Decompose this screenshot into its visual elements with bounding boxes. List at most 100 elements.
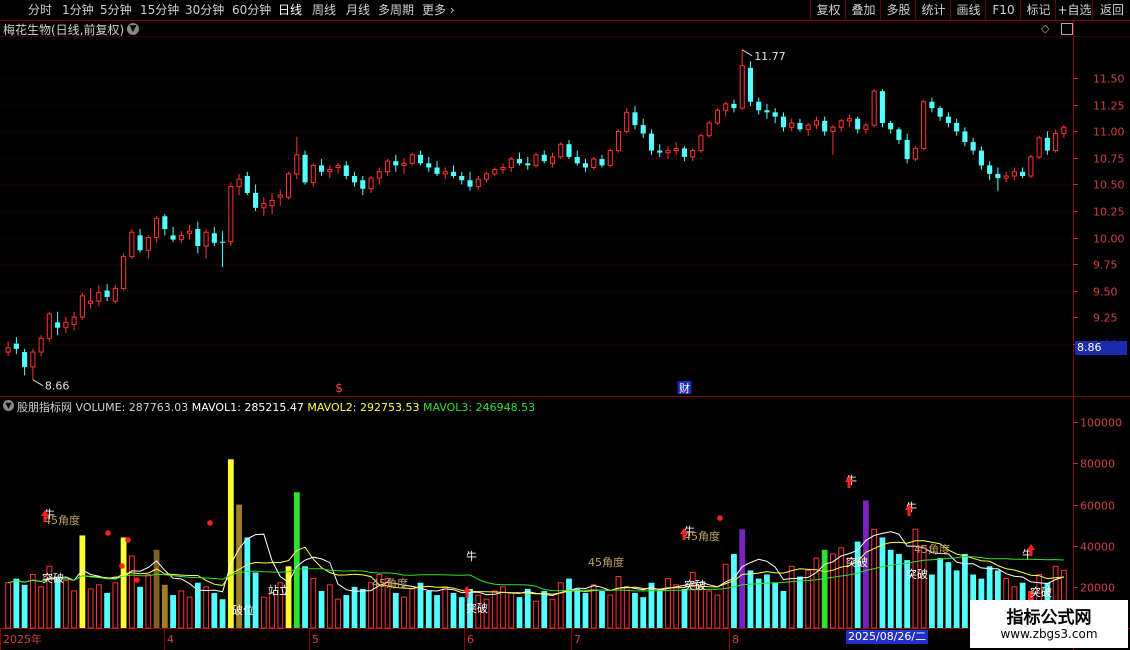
candle-up — [838, 120, 844, 128]
volume-bar-down — [79, 535, 86, 628]
candle-up — [863, 124, 869, 130]
volume-bar-down — [929, 574, 935, 628]
volume-bar-up — [549, 598, 556, 629]
candle-down — [904, 139, 910, 160]
kline-chart[interactable]: 11.50 11.25 11.00 10.75 10.50 10.25 10.00 9.75 9… — [0, 0, 1130, 650]
volume-bar-up — [830, 553, 836, 629]
signal-label-breakout: 突破 — [684, 578, 706, 592]
volume-bar-down — [937, 558, 944, 628]
candle-down — [137, 235, 143, 251]
signal-dot — [125, 537, 131, 543]
candle-up — [88, 300, 94, 304]
mavol2-value: MAVOL2: 292753.53 — [307, 401, 420, 414]
price-tick-label: 11.50 — [1093, 73, 1125, 86]
volume-bar-down — [854, 541, 861, 628]
candle-up — [723, 103, 729, 111]
price-tick-label: 10.25 — [1093, 206, 1125, 219]
candle-up — [228, 186, 234, 243]
volume-bar-up — [805, 569, 812, 629]
candle-up — [615, 130, 622, 152]
candle-up — [706, 122, 712, 137]
volume-bar-up — [87, 588, 94, 629]
candle-down — [574, 156, 580, 164]
volume-bar-up — [714, 594, 721, 629]
dividend-marker: $ — [335, 381, 343, 395]
candle-up — [129, 231, 135, 258]
candle-up — [871, 90, 877, 126]
volume-bar-down — [137, 586, 143, 628]
volume-bar-down — [797, 576, 803, 628]
candle-up — [698, 135, 704, 152]
candle-up — [1061, 126, 1067, 135]
candle-up — [673, 147, 679, 152]
candle-up — [335, 164, 341, 169]
candle-up — [178, 234, 184, 241]
candle-down — [995, 173, 1001, 179]
candle-down — [1020, 171, 1026, 176]
signal-label-angle45: 45角度 — [684, 529, 720, 543]
volume-bar-down — [417, 582, 424, 628]
volume-bar-down — [648, 582, 655, 628]
volume-bar-down — [640, 597, 647, 628]
signal-dot — [207, 520, 213, 526]
volume-bar-up — [145, 574, 152, 629]
candle-up — [549, 156, 556, 164]
volume-bar-down — [285, 566, 292, 628]
volume-bar-down — [293, 492, 300, 628]
candle-down — [780, 116, 786, 128]
volume-bar-down — [219, 599, 226, 628]
volume-value: VOLUME: 287763.03 — [75, 401, 189, 414]
candle-up — [558, 143, 564, 158]
candle-down — [879, 91, 885, 123]
volume-bar-down — [681, 588, 688, 628]
candle-up — [145, 237, 151, 251]
volume-bar-down — [343, 595, 350, 628]
candle-up — [483, 173, 490, 180]
volume-bar-up — [260, 596, 267, 629]
candle-down — [681, 148, 688, 157]
volume-bar-down — [945, 562, 952, 628]
signal-label-breakout: 突破 — [846, 555, 868, 569]
volume-bar-up — [38, 586, 45, 629]
candle-down — [360, 180, 366, 189]
volume-bar-up — [722, 563, 729, 629]
volume-bar-down — [772, 582, 779, 628]
candle-down — [640, 125, 646, 134]
volume-bar-up — [128, 555, 135, 629]
volume-bar-up — [665, 578, 671, 629]
volume-bar-down — [434, 595, 440, 628]
month-label: 4 — [167, 633, 174, 646]
volume-bar-down — [351, 586, 358, 628]
candle-up — [1036, 137, 1042, 158]
candle-up — [591, 158, 597, 169]
indicator-name: 股朋指标网 — [17, 401, 72, 414]
candle-down — [954, 122, 960, 132]
finance-marker: 财 — [679, 381, 690, 395]
volume-bar-down — [425, 590, 432, 628]
candle-down — [525, 163, 531, 166]
volume-bar-up — [920, 545, 927, 629]
volume-bar-up — [590, 584, 597, 629]
volume-bar-up — [71, 590, 77, 629]
candle-up — [624, 111, 630, 132]
candle-up — [1053, 133, 1059, 152]
volume-bar-down — [450, 593, 457, 628]
volume-bar-up — [491, 590, 498, 629]
candle-up — [310, 164, 316, 183]
candle-up — [500, 167, 506, 171]
volume-tick-label: 100000 — [1080, 417, 1122, 430]
volume-bar-down — [656, 590, 663, 628]
volume-bar-up — [871, 528, 878, 629]
volume-bar-up — [673, 584, 680, 629]
candle-up — [912, 147, 918, 160]
high-marker-label: 11.77 — [754, 50, 786, 63]
candle-down — [170, 235, 176, 240]
volume-bar-down — [582, 593, 589, 628]
signal-label-angle45: 45角度 — [588, 555, 624, 569]
candle-up — [376, 171, 382, 179]
signal-dot — [119, 563, 125, 569]
volume-bar-up — [203, 586, 209, 629]
indicator-title: 股朋指标网 VOLUME: 287763.03 MAVOL1: 285215.4… — [3, 399, 535, 415]
volume-bar-up — [442, 586, 449, 629]
signal-label-breakout: 突破 — [466, 601, 488, 615]
